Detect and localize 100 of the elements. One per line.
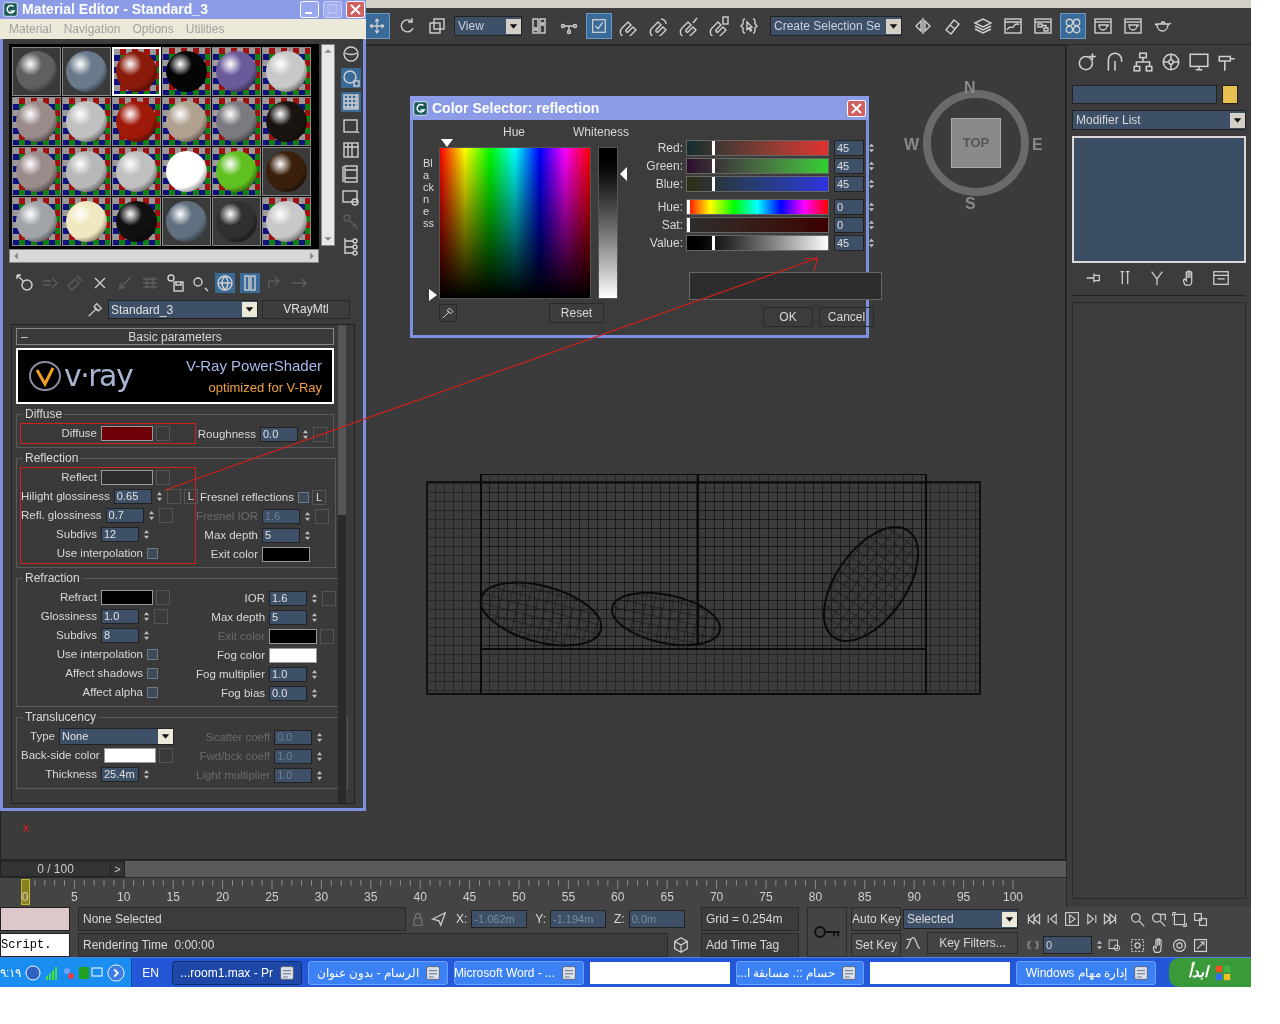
cube-icon[interactable] [672, 936, 690, 954]
checkbox[interactable] [147, 687, 158, 698]
spinner-arrows-icon[interactable] [142, 628, 151, 643]
number-field[interactable]: 45 [834, 235, 864, 251]
number-field[interactable]: 0 [834, 199, 864, 215]
selection-arrow-icon[interactable] [430, 910, 448, 928]
spinner-arrows-icon[interactable] [301, 427, 310, 442]
material-name-dropdown[interactable]: Standard_3 [108, 300, 258, 319]
dropdown-field[interactable]: View [454, 16, 522, 36]
next-frame-button[interactable]: > [110, 862, 124, 876]
channel-slider[interactable] [686, 235, 829, 251]
key-mode-dropdown[interactable]: Selected [903, 909, 1018, 929]
channel-slider[interactable] [686, 217, 829, 233]
monitor-icon[interactable] [1188, 51, 1210, 73]
play-icon[interactable] [1064, 911, 1080, 927]
checkbox[interactable] [147, 649, 158, 660]
taskbar-button[interactable]: حسام ::. مسابقة ا... [736, 960, 864, 985]
checker-icon[interactable] [341, 92, 361, 112]
window-icon[interactable] [341, 188, 361, 208]
hue-blackness-gradient[interactable] [439, 147, 591, 299]
frame-field[interactable]: 0 [1043, 936, 1092, 954]
whiteness-gradient[interactable] [598, 147, 618, 299]
number-field[interactable]: 0.65 [113, 489, 152, 504]
number-field[interactable]: 1.0 [269, 667, 308, 682]
lock-button[interactable]: L [183, 489, 198, 504]
go-to-start-icon[interactable] [1026, 911, 1042, 927]
eyedropper-icon[interactable] [439, 304, 457, 322]
number-field[interactable]: 45 [834, 176, 864, 192]
number-field[interactable]: 5 [269, 610, 308, 625]
slider-thumb[interactable] [711, 159, 715, 173]
time-slider-thumb[interactable]: 0 / 100 > [0, 861, 125, 877]
checkbox[interactable] [147, 548, 158, 559]
number-field[interactable]: 0 [834, 217, 864, 233]
listener-field[interactable] [0, 907, 70, 931]
color-swatch[interactable] [101, 426, 153, 441]
vertical-scrollbar[interactable] [321, 44, 335, 246]
slider-thumb[interactable] [687, 218, 690, 232]
bars-icon[interactable] [240, 273, 260, 293]
channel-slider[interactable] [686, 199, 829, 215]
start-button[interactable]: ابدأ [1169, 958, 1251, 987]
checkbox[interactable] [147, 668, 158, 679]
zoom-extents-icon[interactable] [1171, 910, 1188, 928]
time-slider-track[interactable]: 0 / 100 > [0, 860, 1066, 878]
slider-thumb[interactable] [711, 236, 715, 250]
blackness-handle[interactable] [429, 289, 437, 301]
object-name-field[interactable] [1072, 85, 1217, 104]
number-field[interactable]: 5 [262, 528, 300, 543]
slider-thumb[interactable] [711, 141, 715, 155]
spheres-icon[interactable] [1060, 13, 1086, 39]
color-swatch[interactable] [262, 547, 310, 562]
wheel-icon[interactable] [1160, 51, 1182, 73]
create-icon[interactable] [1076, 51, 1098, 73]
panel-scrollbar[interactable] [338, 325, 346, 803]
slider-thumb[interactable] [711, 177, 715, 191]
zoom-extents-all-icon[interactable] [1192, 910, 1209, 928]
close-button[interactable] [346, 1, 365, 18]
move-icon[interactable] [364, 13, 390, 39]
spinner-arrows-icon[interactable] [142, 609, 151, 624]
number-field[interactable]: 0.7 [105, 508, 144, 523]
ok-button[interactable]: OK [763, 307, 813, 327]
reset-button[interactable]: Reset [549, 303, 604, 323]
close-button[interactable] [847, 99, 866, 117]
current-frame-marker[interactable] [21, 879, 30, 905]
channel-slider[interactable] [686, 176, 829, 192]
color-swatch[interactable] [101, 590, 153, 605]
taskbar-button[interactable]: ...room1.max - Pr [172, 960, 302, 985]
auto-key-button[interactable]: Auto Key [851, 907, 901, 931]
sphere-icon[interactable] [341, 44, 361, 64]
window-icon[interactable] [1212, 269, 1230, 287]
grid-icon[interactable] [341, 140, 361, 160]
add-time-tag-button[interactable]: Add Time Tag [701, 933, 799, 957]
region-zoom-icon[interactable] [1129, 936, 1146, 954]
slider-thumb[interactable] [687, 200, 690, 214]
hierarchy-icon[interactable] [1132, 51, 1154, 73]
dropdown-field[interactable]: None [59, 728, 174, 745]
number-field[interactable]: 12 [101, 527, 139, 542]
spinner-arrows-icon[interactable] [142, 527, 151, 542]
modifier-stack-list[interactable] [1072, 136, 1246, 263]
go-to-end-icon[interactable] [1102, 911, 1118, 927]
eyedropper-icon[interactable] [86, 300, 104, 319]
pick-sphere-icon[interactable] [15, 273, 35, 293]
chevron-icon[interactable] [107, 963, 126, 982]
taskbar-button[interactable]: Microsoft Word - ... [454, 960, 584, 985]
fork-icon[interactable] [1148, 269, 1166, 287]
zoom-all-icon[interactable] [1150, 910, 1167, 928]
save-icon[interactable] [165, 273, 185, 293]
color-swatch[interactable] [101, 470, 153, 485]
script-field[interactable]: Script. [0, 933, 70, 957]
spinner-arrows-icon[interactable] [146, 508, 156, 523]
number-field[interactable]: 45 [834, 140, 864, 156]
whiteness-handle[interactable] [620, 167, 627, 181]
material-type-button[interactable]: VRayMtl [262, 300, 350, 319]
tree-icon[interactable] [341, 236, 361, 256]
number-field[interactable]: 0.0 [260, 427, 298, 442]
set-key-mode-button[interactable]: Set Key [851, 933, 901, 957]
cancel-button[interactable]: Cancel [819, 307, 874, 327]
language-indicator[interactable]: EN [132, 963, 169, 982]
channel-slider[interactable] [686, 140, 829, 156]
modifier-list-dropdown[interactable]: Modifier List [1072, 110, 1246, 130]
spinner-arrows-icon[interactable] [154, 489, 164, 504]
